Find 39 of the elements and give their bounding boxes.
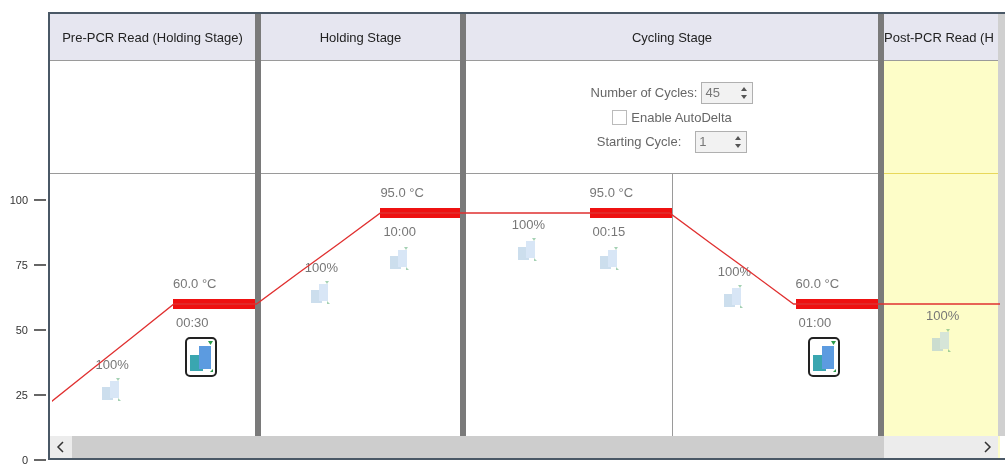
spinner-arrows-icon[interactable]: [733, 134, 744, 149]
axis-tick-label: 100: [9, 194, 28, 206]
temperature-label[interactable]: 60.0 °C: [173, 276, 217, 291]
temperature-label[interactable]: 60.0 °C: [795, 276, 840, 291]
stage-header[interactable]: Cycling Stage: [466, 14, 878, 61]
hold-step-bar[interactable]: [795, 299, 878, 309]
ramp-rate-label[interactable]: 100%: [95, 357, 129, 372]
cycles-spinner[interactable]: 45: [701, 81, 754, 104]
hold-time-label[interactable]: 00:15: [592, 224, 626, 239]
starting-cycle-spinner[interactable]: 1: [695, 130, 748, 153]
hold-step-bar[interactable]: [589, 208, 672, 218]
scroll-right-icon[interactable]: [982, 441, 992, 453]
axis-tick-label: 50: [15, 324, 28, 336]
ramp-rate-label[interactable]: 100%: [717, 263, 752, 279]
axis-tick-label: 75: [15, 259, 28, 271]
axis-tick-label: 0: [21, 454, 28, 466]
ramp-rate-label[interactable]: 100%: [926, 308, 960, 323]
stage-header[interactable]: Holding Stage: [261, 14, 460, 61]
vertical-scrollbar[interactable]: [998, 14, 1005, 436]
spinner-arrows-icon[interactable]: [739, 85, 750, 100]
ramp-rate-label[interactable]: 100%: [304, 260, 338, 276]
checkbox-label: Enable AutoDelta: [631, 109, 732, 125]
ramp-rate-label[interactable]: 100%: [511, 217, 546, 232]
temperature-label[interactable]: 95.0 °C: [380, 185, 424, 200]
hold-step-bar[interactable]: [380, 208, 460, 218]
hold-time-label[interactable]: 00:30: [176, 315, 209, 330]
hold-time-label[interactable]: 01:00: [798, 315, 832, 330]
axis-tick-label: 25: [15, 389, 28, 401]
setting-label: Starting Cycle:: [596, 134, 682, 149]
hold-time-label[interactable]: 10:00: [383, 224, 416, 239]
autodelta-checkbox[interactable]: [612, 109, 628, 125]
hold-step-bar[interactable]: [173, 299, 255, 309]
stage-header[interactable]: Pre-PCR Read (Holding Stage): [50, 14, 255, 61]
setting-label: Number of Cycles:: [590, 85, 698, 100]
data-collection-icon[interactable]: [185, 337, 217, 377]
stage-header[interactable]: Post-PCR Read (H: [884, 14, 1000, 61]
temperature-label[interactable]: 95.0 °C: [589, 185, 634, 200]
scroll-left-icon[interactable]: [56, 441, 66, 453]
data-collection-icon[interactable]: [807, 337, 840, 377]
